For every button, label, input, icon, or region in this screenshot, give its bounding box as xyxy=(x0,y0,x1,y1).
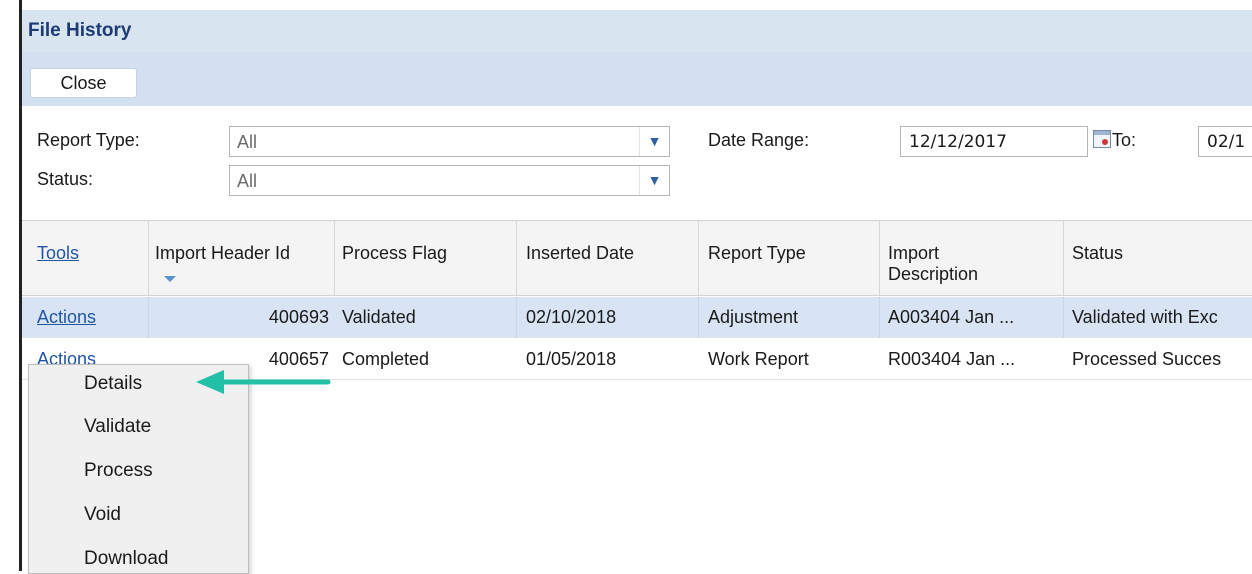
column-divider xyxy=(879,297,880,337)
report-type-cell: Work Report xyxy=(708,349,809,369)
status-header[interactable]: Status xyxy=(1072,243,1123,264)
column-divider xyxy=(148,221,149,295)
title-bar: File History xyxy=(22,10,1252,52)
column-divider xyxy=(879,221,880,295)
menu-item-details[interactable]: Details xyxy=(84,373,142,395)
column-divider xyxy=(698,297,699,337)
menu-item-download[interactable]: Download xyxy=(84,548,169,570)
import-description-cell: R003404 Jan ... xyxy=(888,349,1016,369)
toolbar: Close xyxy=(22,52,1252,106)
import-description-cell: A003404 Jan ... xyxy=(888,307,1015,327)
close-button[interactable]: Close xyxy=(30,68,137,98)
menu-item-process[interactable]: Process xyxy=(84,460,153,482)
status-select[interactable]: All ▼ xyxy=(229,165,670,196)
sort-arrow-icon[interactable] xyxy=(164,276,176,282)
column-divider xyxy=(516,297,517,337)
actions-link[interactable]: Actions xyxy=(37,307,96,328)
column-divider xyxy=(698,221,699,295)
menu-item-void[interactable]: Void xyxy=(84,504,121,526)
status-cell: Processed Succes xyxy=(1072,349,1222,369)
to-label: To: xyxy=(1112,130,1137,150)
calendar-icon[interactable] xyxy=(1093,130,1111,148)
report-type-label: Report Type: xyxy=(37,130,140,150)
column-divider xyxy=(334,221,335,295)
chevron-down-icon[interactable]: ▼ xyxy=(639,166,669,195)
report-type-value: All xyxy=(237,132,258,152)
process-flag-cell: Validated xyxy=(342,307,416,327)
date-from-input[interactable]: 12/12/2017 xyxy=(900,126,1088,157)
menu-item-validate[interactable]: Validate xyxy=(84,416,151,438)
column-divider xyxy=(148,297,149,337)
import-description-header-line1[interactable]: Import xyxy=(888,243,939,264)
chevron-down-icon[interactable]: ▼ xyxy=(639,127,669,156)
date-to-input[interactable]: 02/1 xyxy=(1198,126,1252,157)
column-divider xyxy=(1063,221,1064,295)
column-divider xyxy=(1063,297,1064,337)
date-range-label: Date Range: xyxy=(708,130,810,150)
inserted-date-cell: 02/10/2018 xyxy=(526,307,617,327)
import-header-id-cell: 400693 xyxy=(268,307,329,327)
report-type-header[interactable]: Report Type xyxy=(708,243,806,264)
process-flag-cell: Completed xyxy=(342,349,430,369)
inserted-date-header[interactable]: Inserted Date xyxy=(526,243,634,264)
inserted-date-cell: 01/05/2018 xyxy=(526,349,617,369)
column-divider xyxy=(516,221,517,295)
status-value: All xyxy=(237,171,258,191)
import-description-header-line2[interactable]: Description xyxy=(888,264,978,285)
status-label: Status: xyxy=(37,169,94,189)
table-row[interactable]: Actions 400693 Validated 02/10/2018 Adju… xyxy=(22,297,1252,338)
grid-header: Tools Import Header Id Process Flag Inse… xyxy=(22,220,1252,296)
import-header-id-header[interactable]: Import Header Id xyxy=(155,243,290,264)
tools-header[interactable]: Tools xyxy=(37,243,79,264)
filter-panel: Report Type: All ▼ Status: All ▼ Date Ra… xyxy=(22,106,1252,220)
arrow-icon xyxy=(196,370,331,394)
report-type-cell: Adjustment xyxy=(708,307,799,327)
left-border xyxy=(0,0,24,571)
report-type-select[interactable]: All ▼ xyxy=(229,126,670,157)
process-flag-header[interactable]: Process Flag xyxy=(342,243,447,264)
arrow-head xyxy=(196,370,224,394)
status-cell: Validated with Exc xyxy=(1072,307,1218,327)
window-title: File History xyxy=(28,20,132,41)
